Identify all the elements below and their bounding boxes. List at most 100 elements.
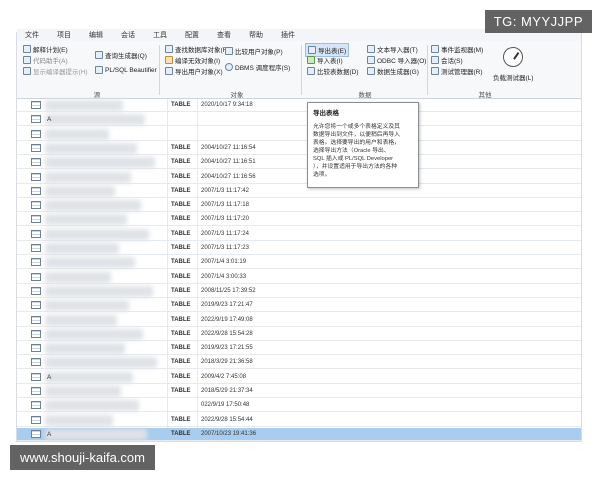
menu-help[interactable]: 帮助	[249, 30, 263, 40]
plsql-beautifier-button[interactable]: PL/SQL Beautifier	[93, 65, 159, 75]
text-importer-icon	[367, 45, 375, 53]
table-row[interactable]: TABLE 2004/10/27 11:16:56	[17, 171, 581, 184]
table-row[interactable]: 022/9/19 17:50:48	[17, 399, 581, 413]
import-tables-icon	[307, 56, 315, 64]
menu-view[interactable]: 查看	[217, 30, 231, 40]
object-type: TABLE	[171, 202, 191, 209]
table-row[interactable]: TABLE 2007/1/3 11:17:24	[17, 228, 581, 241]
redacted-name	[45, 400, 139, 412]
table-row[interactable]: TABLE 2007/1/4 3:01:19	[17, 256, 581, 270]
created-date: 2004/10/27 11:16:51	[201, 159, 256, 166]
tooltip-title: 导出表格	[313, 110, 339, 117]
menu-tools[interactable]: 工具	[153, 30, 167, 40]
menu-project[interactable]: 项目	[57, 30, 71, 40]
object-name: A	[47, 430, 52, 438]
table-icon	[31, 129, 41, 138]
ribbon-separator	[159, 45, 160, 95]
object-name-cell	[45, 243, 167, 254]
object-name: A	[47, 116, 52, 124]
object-type: TABLE	[171, 259, 191, 266]
table-row[interactable]: TABLE 2008/11/25 17:39:52	[17, 285, 581, 298]
redacted-name	[45, 414, 113, 426]
compare-table-data-button[interactable]: 比较表数据(D)	[305, 65, 361, 77]
table-row[interactable]: TABLE 2022/9/28 15:54:44	[17, 414, 581, 427]
redacted-name	[45, 300, 129, 312]
table-row[interactable]: TABLE 2007/1/3 11:17:42	[17, 185, 581, 198]
data-generator-icon	[367, 67, 375, 75]
table-row[interactable]: TABLE 2019/9/23 17:21:55	[17, 342, 581, 356]
menu-plugins[interactable]: 插件	[281, 30, 295, 40]
odbc-importer-icon	[367, 56, 375, 64]
redacted-name	[45, 157, 155, 169]
table-row[interactable]: TABLE 2007/1/4 3:00:33	[17, 271, 581, 284]
redacted-name	[45, 142, 137, 154]
created-date: 2007/1/3 11:17:42	[201, 187, 249, 194]
table-icon	[31, 101, 41, 109]
table-row[interactable]: TABLE 2018/5/29 21:37:34	[17, 385, 581, 398]
table-row[interactable]: A	[17, 113, 581, 127]
table-icon	[31, 358, 41, 367]
query-builder-button[interactable]: 查询生成器(Q)	[93, 49, 149, 61]
group-objects-label: 对象	[230, 92, 244, 99]
object-name-cell	[45, 314, 167, 326]
table-icon	[31, 201, 41, 210]
table-row[interactable]: TABLE 2007/1/3 11:17:18	[17, 199, 581, 213]
object-name-cell	[45, 357, 167, 369]
sessions-icon	[431, 56, 439, 64]
table-row[interactable]: A TABLE 2009/4/2 7:45:08	[17, 371, 581, 384]
load-tester-button[interactable]: 负载测试器(L)	[491, 71, 535, 83]
redacted-name	[45, 386, 121, 397]
table-row[interactable]: TABLE 2018/3/29 21:36:58	[17, 356, 581, 370]
created-date: 2009/4/2 7:45:08	[201, 373, 247, 380]
created-date: 2004/10/27 11:16:56	[201, 173, 256, 180]
menu-session[interactable]: 会话	[121, 30, 135, 40]
table-row[interactable]: TABLE 2022/9/19 17:49:08	[17, 314, 581, 327]
created-date: 2018/5/29 21:37:34	[201, 388, 253, 394]
object-name-cell	[45, 386, 167, 397]
object-name-cell	[45, 100, 167, 111]
redacted-name	[45, 114, 145, 126]
plsql-developer-window: 文件 项目 编辑 会话 工具 配置 查看 帮助 插件 解释计划(E) 代码助手(…	[16, 29, 582, 443]
object-type: TABLE	[171, 273, 191, 280]
table-row[interactable]: A TABLE 2007/10/23 19:41:36	[17, 427, 581, 441]
object-name-cell	[45, 185, 167, 197]
created-date: 2018/3/29 21:36:58	[201, 359, 253, 366]
redacted-name	[45, 314, 117, 326]
watermark-top: TG: MYYJJPP	[484, 10, 592, 33]
export-tables-tooltip: 导出表格 允许您将一个或多个表格定义及其 数据导出到文件，以便稍后再导入 表格。…	[307, 102, 419, 188]
compare-objects-icon	[225, 47, 233, 55]
data-generator-button[interactable]: 数据生成器(G)	[365, 65, 421, 77]
created-date: 2007/1/3 11:17:23	[201, 245, 249, 251]
table-row[interactable]: TABLE 2022/9/28 15:54:28	[17, 328, 581, 341]
export-user-objects-button[interactable]: 导出用户对象(X)	[163, 65, 225, 77]
object-type: TABLE	[171, 187, 191, 194]
menu-edit[interactable]: 编辑	[89, 30, 103, 40]
table-icon	[31, 186, 41, 195]
table-row[interactable]	[17, 128, 581, 141]
group-source-label: 源	[93, 92, 101, 99]
object-type: TABLE	[171, 144, 191, 151]
table-row[interactable]: TABLE 2020/10/17 9:34:18	[17, 99, 581, 112]
redacted-name	[45, 371, 133, 383]
test-manager-button[interactable]: 测试管理器(R)	[429, 65, 485, 77]
object-name: A	[47, 373, 52, 381]
table-row[interactable]: TABLE 2019/9/23 17:21:47	[17, 299, 581, 313]
created-date: 2022/9/19 17:49:08	[201, 316, 253, 323]
test-manager-icon	[431, 67, 439, 75]
table-icon	[31, 301, 41, 310]
menu-config[interactable]: 配置	[185, 30, 199, 40]
table-row[interactable]: TABLE 2007/1/3 11:17:20	[17, 213, 581, 227]
redacted-name	[45, 357, 157, 369]
object-name-cell	[45, 328, 167, 340]
compare-user-objects-button[interactable]: 比较用户对象(P)	[223, 45, 285, 57]
compiler-hints-button[interactable]: 显示编译器提示(H)	[21, 65, 90, 77]
table-row[interactable]: TABLE 2004/10/27 11:16:54	[17, 142, 581, 155]
scheduler-clock-icon	[225, 63, 233, 71]
ribbon-separator	[427, 45, 428, 95]
menu-file[interactable]: 文件	[25, 30, 39, 40]
table-row[interactable]: TABLE 2007/1/3 11:17:23	[17, 242, 581, 255]
load-tester-gauge-icon[interactable]	[503, 47, 523, 67]
dbms-scheduler-button[interactable]: DBMS 调度程序(S)	[223, 61, 292, 73]
table-row[interactable]: TABLE 2004/10/27 11:16:51	[17, 156, 581, 170]
table-icon	[31, 315, 41, 324]
